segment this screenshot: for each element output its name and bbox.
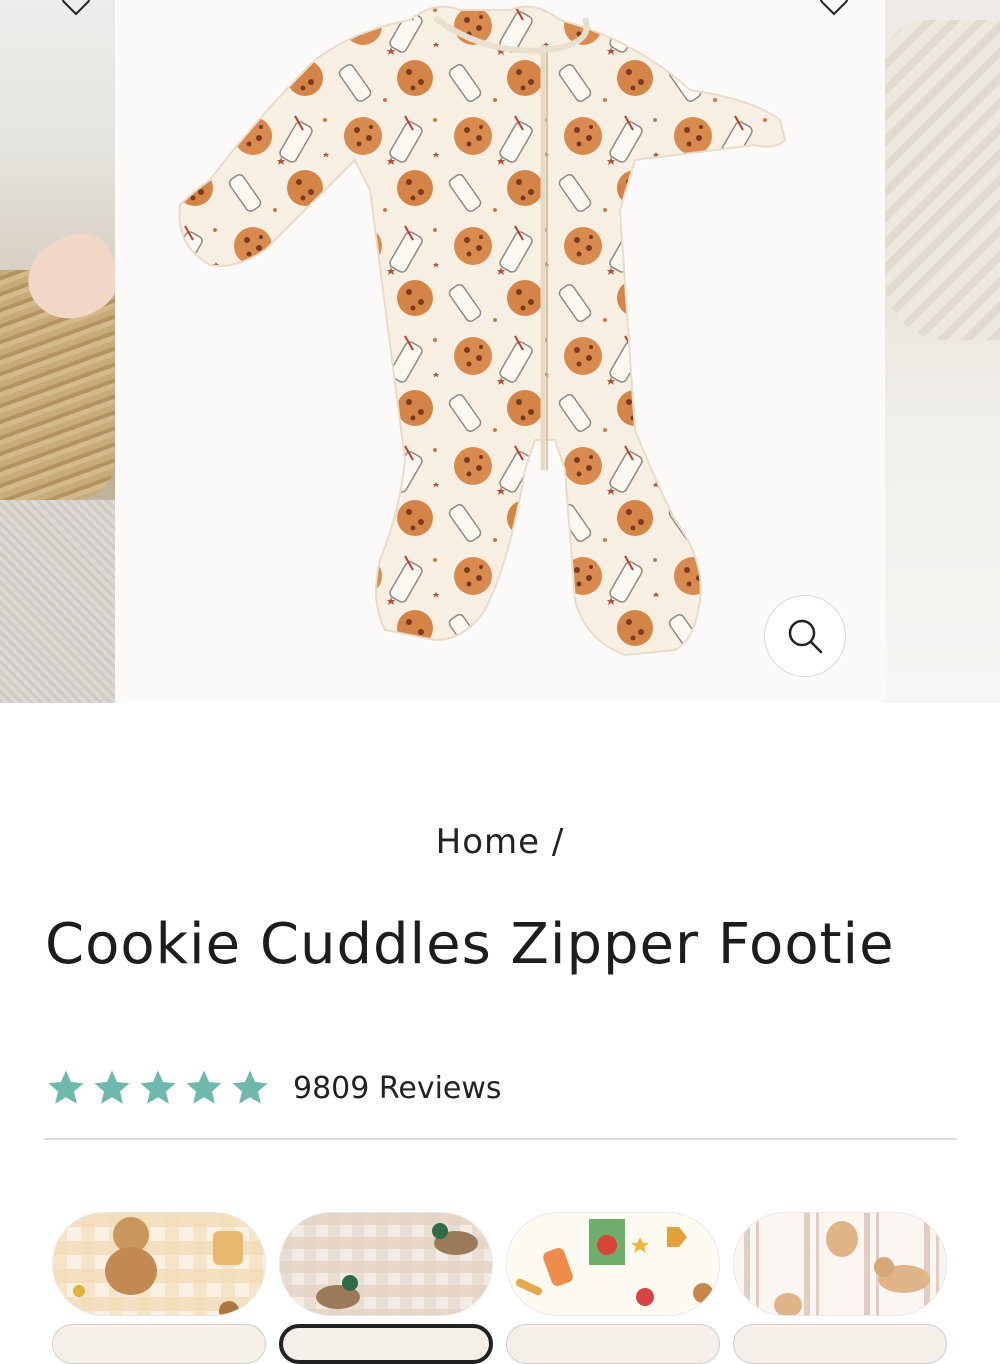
swatch-pattern bbox=[734, 1213, 946, 1315]
rug-image-detail bbox=[0, 500, 115, 703]
star-icon bbox=[48, 1070, 84, 1104]
breadcrumb: Home / bbox=[0, 822, 1000, 862]
swatch-pattern bbox=[507, 1213, 719, 1315]
star-icon bbox=[140, 1070, 176, 1104]
swatch-pattern bbox=[53, 1213, 265, 1315]
swatch-row2-item-3[interactable] bbox=[506, 1324, 720, 1364]
swatch-row2-item-2-selected[interactable] bbox=[279, 1324, 493, 1364]
duck-gingham-swatch[interactable] bbox=[279, 1212, 493, 1316]
search-icon bbox=[788, 619, 823, 654]
breadcrumb-home-link[interactable]: Home / bbox=[436, 822, 565, 862]
bear-gingham-swatch[interactable] bbox=[52, 1212, 266, 1316]
heart-icon[interactable] bbox=[60, 0, 92, 18]
star-icon bbox=[232, 1070, 268, 1104]
zoom-button[interactable] bbox=[764, 595, 846, 677]
swatch-pattern bbox=[280, 1213, 492, 1315]
snacks-swatch[interactable] bbox=[506, 1212, 720, 1316]
gallery-slide-current[interactable] bbox=[115, 0, 885, 703]
product-image-gallery[interactable] bbox=[0, 0, 1000, 703]
heart-icon[interactable] bbox=[818, 0, 850, 18]
swatch-row2-item-4[interactable] bbox=[733, 1324, 947, 1364]
product-rating[interactable]: 9809 Reviews bbox=[45, 1066, 502, 1110]
gallery-slide-next[interactable] bbox=[885, 0, 1000, 703]
reviews-count[interactable]: 9809 Reviews bbox=[293, 1071, 502, 1106]
divider bbox=[44, 1138, 957, 1140]
star-icon bbox=[186, 1070, 222, 1104]
gallery-slide-previous[interactable] bbox=[0, 0, 132, 703]
star-icon bbox=[94, 1070, 130, 1104]
puppy-stripes-swatch[interactable] bbox=[733, 1212, 947, 1316]
product-title: Cookie Cuddles Zipper Footie bbox=[45, 912, 895, 977]
product-image bbox=[115, 0, 885, 703]
swatch-row2-item-1[interactable] bbox=[52, 1324, 266, 1364]
knit-blanket-image-detail bbox=[885, 20, 1000, 340]
rating-stars bbox=[45, 1067, 271, 1109]
